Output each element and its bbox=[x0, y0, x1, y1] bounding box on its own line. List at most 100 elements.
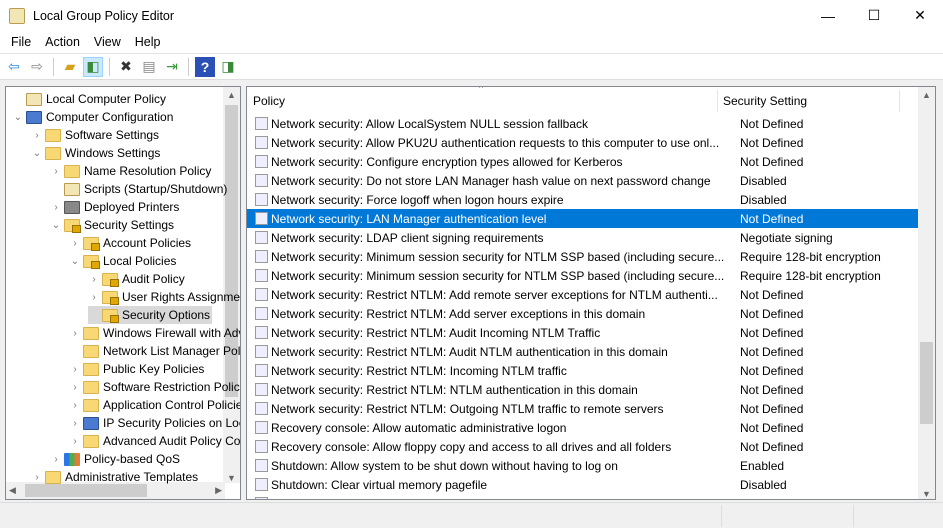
sort-ascending-icon: ^ bbox=[479, 86, 484, 93]
chevron-right-icon[interactable]: › bbox=[69, 364, 81, 375]
tree-item[interactable]: ⌄ Computer Configuration bbox=[12, 108, 175, 126]
chevron-right-icon[interactable]: › bbox=[69, 328, 81, 339]
chevron-right-icon[interactable]: › bbox=[69, 382, 81, 393]
column-header-security-setting[interactable]: Security Setting bbox=[723, 94, 807, 108]
delete-icon[interactable]: ✖ bbox=[116, 57, 136, 77]
security-setting-value: Not Defined bbox=[740, 420, 804, 435]
scroll-right-icon[interactable]: ▶ bbox=[215, 482, 222, 499]
tree-item[interactable]: ⌄ Local Policies bbox=[69, 252, 178, 270]
chevron-down-icon[interactable]: ⌄ bbox=[50, 220, 62, 231]
forward-icon[interactable]: ⇨ bbox=[27, 57, 47, 77]
tree-item[interactable]: › Software Settings bbox=[31, 126, 161, 144]
tree-item[interactable]: › Account Policies bbox=[69, 234, 193, 252]
policy-row[interactable]: Network security: Restrict NTLM: Audit N… bbox=[247, 342, 919, 361]
policy-row[interactable]: Shutdown: Allow system to be shut down w… bbox=[247, 456, 919, 475]
chevron-down-icon[interactable]: ⌄ bbox=[12, 112, 24, 123]
policy-row[interactable]: Network security: Force logoff when logo… bbox=[247, 190, 919, 209]
tree-item[interactable]: › IP Security Policies on Local Computer bbox=[69, 414, 240, 432]
policy-row[interactable]: Network security: LDAP client signing re… bbox=[247, 228, 919, 247]
tree-item[interactable]: › Public Key Policies bbox=[69, 360, 206, 378]
tree-item[interactable]: Network List Manager Policies bbox=[69, 342, 240, 360]
column-divider[interactable] bbox=[899, 90, 900, 112]
chevron-right-icon[interactable]: › bbox=[69, 238, 81, 249]
security-setting-value: Require 128-bit encryption bbox=[740, 268, 881, 283]
policy-row[interactable]: Network security: Minimum session securi… bbox=[247, 266, 919, 285]
policy-row[interactable]: Network security: LAN Manager authentica… bbox=[247, 209, 919, 228]
scroll-up-icon[interactable]: ▲ bbox=[223, 87, 240, 104]
policy-row[interactable]: Network security: Allow PKU2U authentica… bbox=[247, 133, 919, 152]
policy-row[interactable]: Recovery console: Allow floppy copy and … bbox=[247, 437, 919, 456]
policy-row[interactable]: Network security: Restrict NTLM: Incomin… bbox=[247, 361, 919, 380]
tree-item[interactable]: ⌄ Windows Settings bbox=[31, 144, 162, 162]
status-bar bbox=[0, 502, 943, 528]
policy-row[interactable]: Recovery console: Allow automatic admini… bbox=[247, 418, 919, 437]
tree-item[interactable]: › Application Control Policies bbox=[69, 396, 240, 414]
tree-item[interactable]: › Policy-based QoS bbox=[50, 450, 182, 468]
chevron-right-icon[interactable]: › bbox=[31, 472, 43, 483]
policy-row[interactable]: Network security: Restrict NTLM: Audit I… bbox=[247, 323, 919, 342]
policy-name: Network security: Restrict NTLM: Audit N… bbox=[271, 344, 668, 359]
menu-view[interactable]: View bbox=[87, 35, 128, 49]
tree-item[interactable]: Local Computer Policy bbox=[12, 90, 168, 108]
column-divider[interactable] bbox=[717, 90, 718, 112]
back-icon[interactable]: ⇦ bbox=[4, 57, 24, 77]
tree-item[interactable]: › Software Restriction Policies bbox=[69, 378, 240, 396]
folder-icon bbox=[45, 128, 61, 142]
scroll-down-icon[interactable]: ▼ bbox=[918, 489, 935, 499]
tree-item-label: Policy-based QoS bbox=[84, 452, 181, 466]
menu-help[interactable]: Help bbox=[128, 35, 168, 49]
tree-item[interactable]: › User Rights Assignment bbox=[88, 288, 240, 306]
policy-row[interactable]: Network security: Restrict NTLM: Add rem… bbox=[247, 285, 919, 304]
policy-row[interactable]: Network security: Restrict NTLM: Add ser… bbox=[247, 304, 919, 323]
policy-row[interactable]: Network security: Configure encryption t… bbox=[247, 152, 919, 171]
help-icon[interactable]: ? bbox=[195, 56, 215, 77]
chevron-right-icon[interactable]: › bbox=[50, 202, 62, 213]
chevron-right-icon[interactable]: › bbox=[50, 454, 62, 465]
tree-item[interactable]: › Name Resolution Policy bbox=[50, 162, 213, 180]
tree-item[interactable]: › Advanced Audit Policy Configuration bbox=[69, 432, 240, 450]
export-list-icon[interactable]: ⇥ bbox=[162, 57, 182, 77]
toolbar-separator bbox=[53, 57, 54, 76]
policy-row[interactable]: Shutdown: Clear virtual memory pagefile D… bbox=[247, 475, 919, 494]
chevron-right-icon[interactable]: › bbox=[69, 436, 81, 447]
scroll-thumb[interactable] bbox=[920, 342, 933, 424]
chevron-right-icon[interactable]: › bbox=[50, 166, 62, 177]
chevron-down-icon[interactable]: ⌄ bbox=[69, 256, 81, 267]
show-action-pane-icon[interactable]: ◨ bbox=[218, 57, 238, 77]
maximize-button[interactable]: ☐ bbox=[851, 0, 897, 31]
close-button[interactable]: ✕ bbox=[897, 0, 943, 31]
minimize-button[interactable]: — bbox=[805, 0, 851, 31]
show-hide-tree-icon[interactable]: ◧ bbox=[83, 56, 103, 77]
policy-name: Network security: Restrict NTLM: Outgoin… bbox=[271, 401, 664, 416]
chevron-right-icon[interactable]: › bbox=[88, 274, 100, 285]
column-header-policy[interactable]: Policy bbox=[253, 94, 285, 108]
policy-row[interactable]: Network security: Do not store LAN Manag… bbox=[247, 171, 919, 190]
up-folder-icon[interactable]: ▰ bbox=[60, 57, 80, 77]
chevron-right-icon[interactable]: › bbox=[88, 292, 100, 303]
list-vertical-scrollbar[interactable]: ▲ ▼ bbox=[918, 87, 935, 499]
tree-item[interactable]: Scripts (Startup/Shutdown) bbox=[50, 180, 229, 198]
tree-item[interactable]: ⌄ Security Settings bbox=[50, 216, 176, 234]
policy-row[interactable]: System cryptography: Force strong key pr… bbox=[247, 494, 919, 500]
menu-action[interactable]: Action bbox=[38, 35, 87, 49]
scroll-down-icon[interactable]: ▼ bbox=[223, 473, 240, 483]
scroll-left-icon[interactable]: ◀ bbox=[9, 482, 16, 499]
tree-item[interactable]: › Administrative Templates bbox=[31, 468, 200, 486]
policy-row[interactable]: Network security: Allow LocalSystem NULL… bbox=[247, 114, 919, 133]
properties-icon[interactable]: ▤ bbox=[139, 57, 159, 77]
chevron-right-icon[interactable]: › bbox=[69, 418, 81, 429]
tree-item[interactable]: › Audit Policy bbox=[88, 270, 187, 288]
menu-file[interactable]: File bbox=[4, 35, 38, 49]
policy-row[interactable]: Network security: Minimum session securi… bbox=[247, 247, 919, 266]
policy-name: System cryptography: Force strong key pr… bbox=[271, 497, 726, 500]
chevron-down-icon[interactable]: ⌄ bbox=[31, 148, 43, 159]
tree-item[interactable]: Security Options bbox=[88, 306, 213, 324]
scroll-up-icon[interactable]: ▲ bbox=[918, 87, 935, 104]
policy-row[interactable]: Network security: Restrict NTLM: NTLM au… bbox=[247, 380, 919, 399]
policy-setting-icon bbox=[255, 288, 268, 301]
tree-item[interactable]: › Deployed Printers bbox=[50, 198, 181, 216]
tree-item[interactable]: › Windows Firewall with Advanced Security bbox=[69, 324, 240, 342]
chevron-right-icon[interactable]: › bbox=[69, 400, 81, 411]
policy-row[interactable]: Network security: Restrict NTLM: Outgoin… bbox=[247, 399, 919, 418]
chevron-right-icon[interactable]: › bbox=[31, 130, 43, 141]
